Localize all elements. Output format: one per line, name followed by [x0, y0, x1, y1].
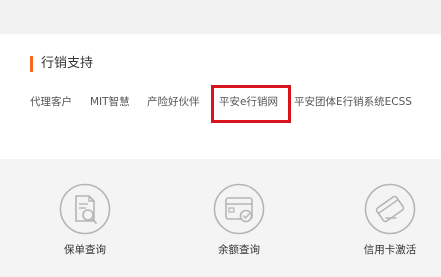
policy-search-icon	[59, 183, 111, 235]
nav-link-mit[interactable]: MIT智慧	[90, 94, 130, 110]
nav-link-group-ecss[interactable]: 平安团体E行销系统ECSS	[294, 94, 412, 110]
top-strip	[0, 0, 441, 34]
nav-link-property-partner[interactable]: 产险好伙伴	[147, 94, 200, 110]
service-label: 余额查询	[218, 244, 260, 256]
service-label: 信用卡激活	[363, 244, 417, 256]
credit-card-activation-button[interactable]: 信用卡激活	[345, 183, 435, 273]
service-label: 保单查询	[64, 244, 106, 256]
nav-link-agent-customer[interactable]: 代理客户	[30, 94, 72, 110]
section-title: 行销支持	[41, 56, 94, 71]
nav-link-e-marketing[interactable]: 平安e行销网	[219, 94, 278, 110]
balance-query-button[interactable]: 余额查询	[194, 183, 284, 273]
card-balance-icon	[213, 183, 265, 235]
section-accent-bar	[30, 56, 33, 72]
card-activation-icon	[364, 183, 416, 235]
policy-query-button[interactable]: 保单查询	[40, 183, 130, 273]
